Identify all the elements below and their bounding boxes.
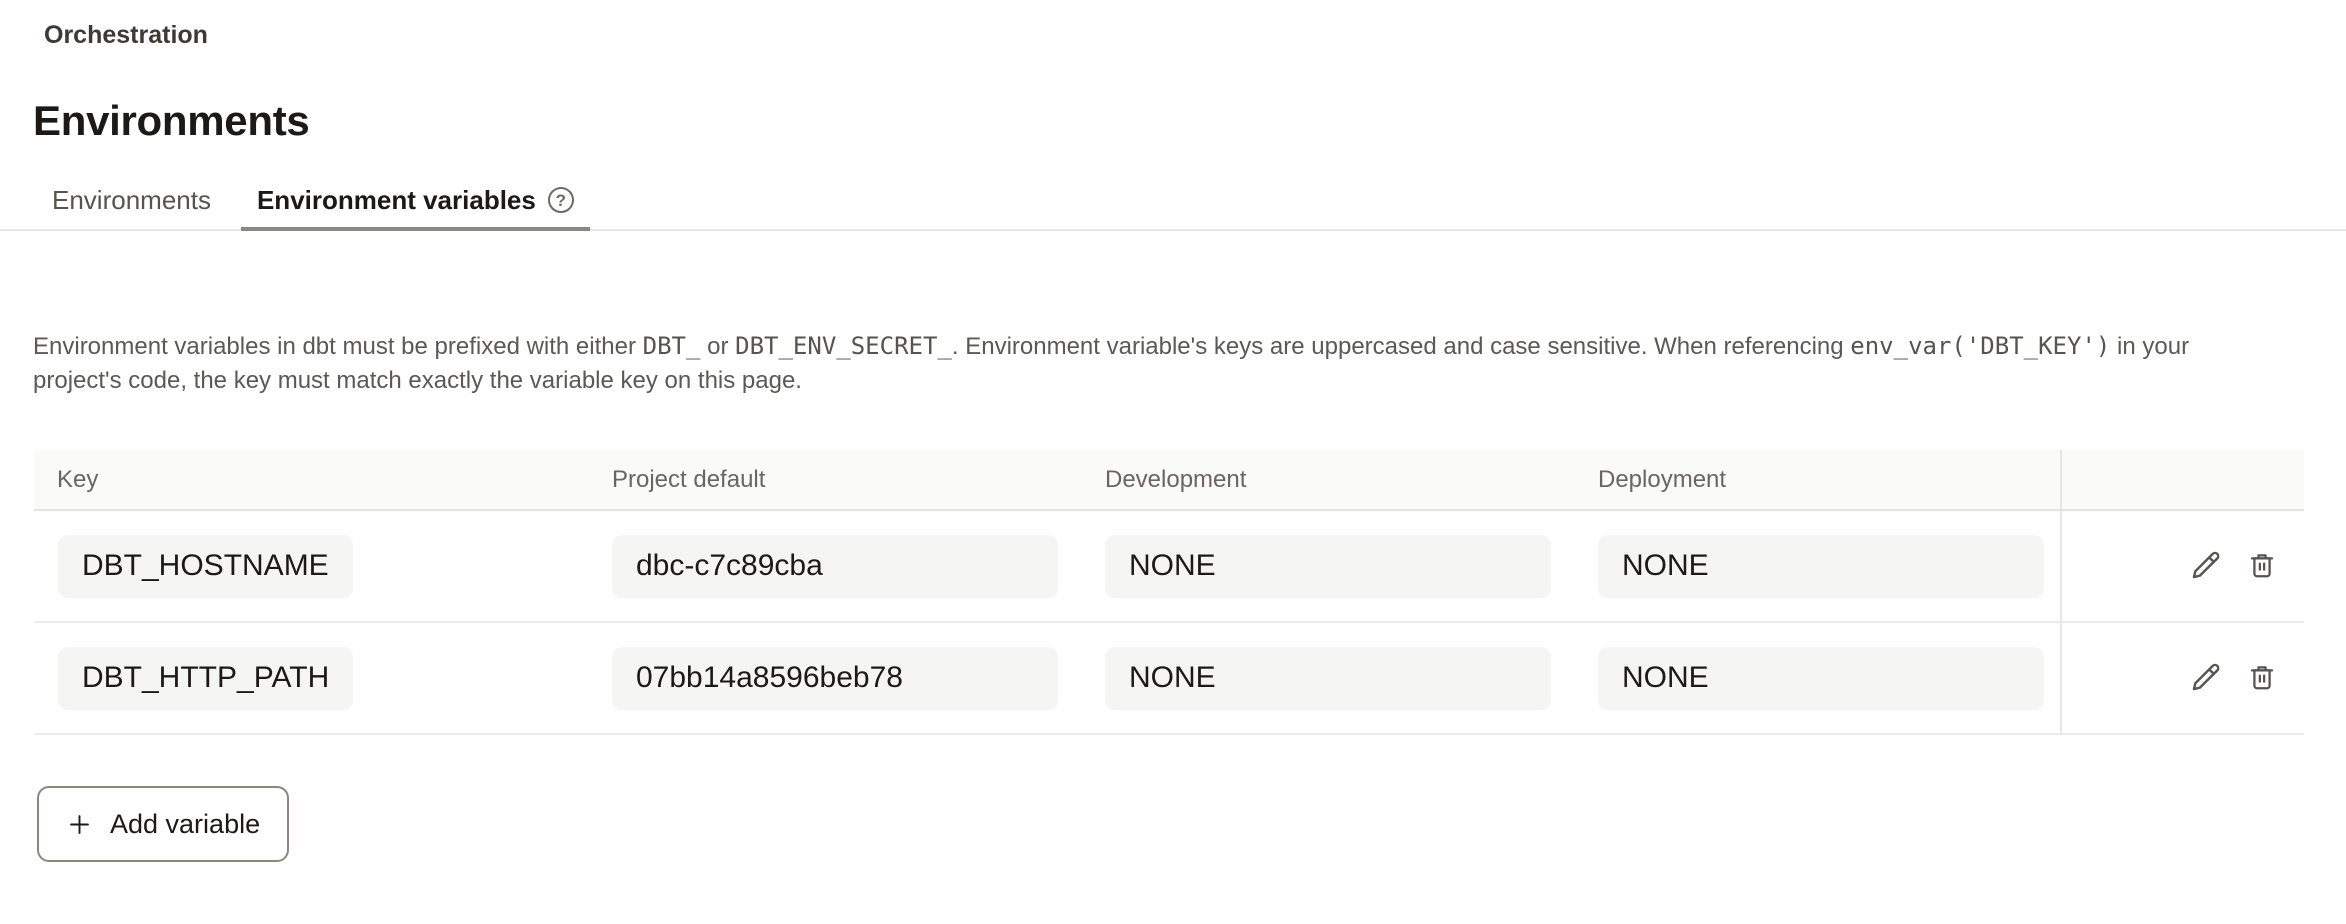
help-icon[interactable]: ? [548,187,574,213]
pencil-icon [2189,660,2223,697]
tab-list: Environments Environment variables ? [0,171,2346,229]
description-code-env-var: env_var('DBT_KEY') [1850,332,2110,360]
tab-bar: Environments Environment variables ? [0,171,2346,231]
delete-variable-button[interactable] [2243,659,2281,697]
description-code-secret-prefix: DBT_ENV_SECRET_ [735,332,952,360]
column-header-deployment: Deployment [1598,466,2060,494]
project-default-value-pill: dbc-c7c89cba [612,535,1058,598]
edit-variable-button[interactable] [2187,547,2225,585]
page-description: Environment variables in dbt must be pre… [33,329,2233,398]
development-value-pill: NONE [1105,647,1551,710]
description-code-dbt-prefix: DBT_ [643,332,701,360]
variable-key-pill: DBT_HOSTNAME [58,535,353,598]
tab-environment-variables[interactable]: Environment variables ? [241,171,590,229]
plus-icon [66,811,93,838]
page-title: Environments [33,97,2346,145]
add-variable-button[interactable]: Add variable [37,786,289,862]
table-row: DBT_HTTP_PATH 07bb14a8596beb78 NONE NONE [34,623,2304,735]
table-header-row: Key Project default Development Deployme… [34,450,2304,511]
pencil-icon [2189,548,2223,585]
column-header-key: Key [34,466,612,494]
tab-environment-variables-label: Environment variables [257,185,536,216]
delete-variable-button[interactable] [2243,547,2281,585]
column-header-project-default: Project default [612,466,1105,494]
breadcrumb: Orchestration [0,0,2346,48]
column-header-actions [2060,450,2304,509]
description-text: or [700,333,735,360]
tab-environments-label: Environments [52,185,211,216]
project-default-value-pill: 07bb14a8596beb78 [612,647,1058,710]
column-header-development: Development [1105,466,1598,494]
trash-icon [2246,549,2278,584]
add-variable-label: Add variable [110,809,260,840]
tab-environments[interactable]: Environments [36,171,227,229]
variable-key-pill: DBT_HTTP_PATH [58,647,353,710]
description-text: Environment variables in dbt must be pre… [33,333,643,360]
edit-variable-button[interactable] [2187,659,2225,697]
trash-icon [2246,661,2278,696]
table-row: DBT_HOSTNAME dbc-c7c89cba NONE NONE [34,511,2304,623]
deployment-value-pill: NONE [1598,647,2044,710]
environment-variables-table: Key Project default Development Deployme… [34,450,2304,735]
development-value-pill: NONE [1105,535,1551,598]
description-text: . Environment variable's keys are upperc… [952,333,1850,360]
deployment-value-pill: NONE [1598,535,2044,598]
